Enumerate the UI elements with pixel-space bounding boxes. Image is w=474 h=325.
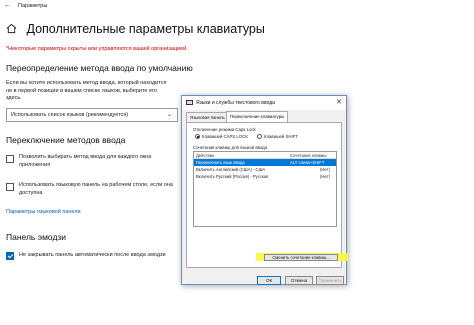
- home-icon[interactable]: [6, 23, 17, 34]
- tab-keyboard-switching[interactable]: Переключение клавиатуры: [226, 111, 289, 122]
- keyboard-icon: [186, 100, 193, 105]
- column-header-keys[interactable]: Сочетание клавиш: [290, 153, 327, 158]
- page-title: Дополнительные параметры клавиатуры: [6, 22, 265, 36]
- change-key-sequence-button[interactable]: Сменить сочетание клавиш...: [264, 254, 338, 261]
- checkbox-label-line: доступна: [19, 189, 43, 196]
- hotkeys-group-label: Сочетания клавиш для языков ввода: [193, 145, 268, 150]
- dialog-title-bar: Языки и службы текстового ввода ✕: [182, 96, 346, 110]
- emoji-panel-label: Не закрывать панель автоматически после …: [19, 252, 166, 258]
- input-method-dropdown[interactable]: Использовать список языков (рекомендуетс…: [6, 108, 178, 122]
- page-title-text: Дополнительные параметры клавиатуры: [26, 22, 265, 36]
- description-line: Если вы хотите использовать метод ввода,…: [6, 80, 167, 86]
- window-title: Параметры: [18, 3, 48, 9]
- default-input-description: Если вы хотите использовать метод ввода,…: [6, 80, 166, 103]
- emoji-panel-checkbox[interactable]: [6, 252, 14, 260]
- ok-button[interactable]: ОК: [257, 276, 281, 285]
- policy-warning: *Некоторые параметры скрыты или управляю…: [6, 46, 188, 52]
- back-arrow-icon[interactable]: ←: [4, 2, 11, 9]
- row-keys: (Нет): [320, 174, 330, 179]
- tab-language-bar[interactable]: Языковая панель: [186, 112, 229, 122]
- desktop-language-bar-checkbox[interactable]: [6, 183, 14, 191]
- section-heading-emoji: Панель эмодзи: [6, 232, 67, 242]
- row-action: Включить Русский (Россия) - Русская: [196, 174, 269, 179]
- row-action: Включить Английский (США) - США: [196, 167, 266, 172]
- description-line: не в первой позиции в вашем списке языко…: [6, 87, 157, 94]
- shift-radio[interactable]: [257, 134, 262, 139]
- tab-panel: Отключение режима Caps Lock Клавишей CAP…: [186, 122, 342, 268]
- column-header-action[interactable]: Действие: [196, 153, 214, 158]
- section-heading-switch: Переключение методов ввода: [6, 135, 126, 145]
- checkbox-label-line: Использовать языковую панель на рабочем …: [19, 182, 173, 188]
- shift-radio-label: Клавишей SHIFT: [264, 134, 298, 139]
- language-bar-options-link[interactable]: Параметры языковой панели: [6, 209, 81, 215]
- capslock-radio[interactable]: [195, 134, 200, 139]
- description-line: здесь.: [6, 95, 22, 101]
- list-item[interactable]: Переключить язык ввода ALT слева+SHIFT: [194, 159, 336, 166]
- per-window-input-checkbox[interactable]: [6, 155, 14, 163]
- per-window-input-label: Позволить выбирать метод ввода для каждо…: [19, 154, 151, 169]
- capslock-radio-label: Клавишей CAPS LOCK: [202, 134, 249, 139]
- close-icon[interactable]: ✕: [336, 98, 342, 106]
- cancel-button[interactable]: Отмена: [285, 276, 313, 285]
- dropdown-value: Использовать список языков (рекомендуетс…: [11, 112, 129, 118]
- checkbox-label-line: Позволить выбирать метод ввода для каждо…: [19, 154, 152, 160]
- row-action: Переключить язык ввода: [196, 160, 245, 165]
- apply-button[interactable]: Применить: [316, 276, 344, 285]
- title-bar: ← Параметры: [0, 0, 474, 12]
- row-keys: ALT слева+SHIFT: [290, 160, 325, 165]
- row-keys: (Нет): [320, 167, 330, 172]
- chevron-down-icon: ⌄: [166, 112, 172, 118]
- list-item[interactable]: Включить Русский (Россия) - Русская (Нет…: [194, 173, 336, 180]
- capslock-group-label: Отключение режима Caps Lock: [193, 127, 256, 132]
- checkbox-label-line: приложения: [19, 161, 51, 168]
- list-item[interactable]: Включить Английский (США) - США (Нет): [194, 166, 336, 173]
- hotkeys-list[interactable]: Действие Сочетание клавиш Переключить яз…: [193, 151, 337, 227]
- list-header: Действие Сочетание клавиш: [194, 152, 336, 159]
- dialog-title: Языки и службы текстового ввода: [196, 100, 275, 106]
- desktop-language-bar-label: Использовать языковую панель на рабочем …: [19, 182, 173, 197]
- section-heading-default-input: Переопределение метода ввода по умолчани…: [6, 63, 193, 73]
